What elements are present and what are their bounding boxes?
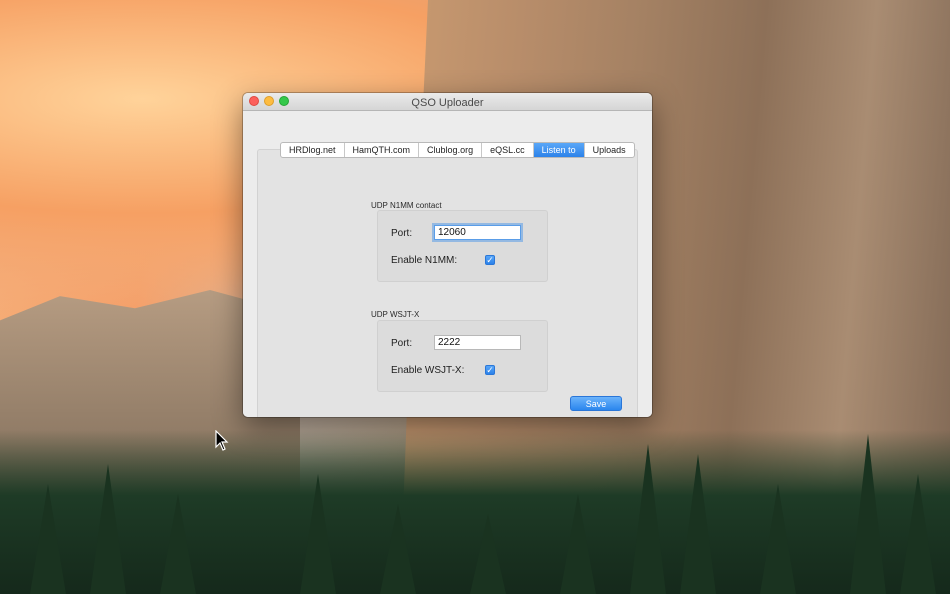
- tab-listen-to[interactable]: Listen to: [533, 143, 585, 157]
- window-title: QSO Uploader: [411, 97, 484, 109]
- close-button[interactable]: [249, 96, 259, 106]
- qso-uploader-window: QSO Uploader HRDlog.net HamQTH.com Clubl…: [243, 93, 652, 417]
- tab-uploads[interactable]: Uploads: [585, 143, 634, 157]
- tab-hrdlog[interactable]: HRDlog.net: [281, 143, 345, 157]
- desktop-wallpaper: QSO Uploader HRDlog.net HamQTH.com Clubl…: [0, 0, 950, 594]
- n1mm-enable-checkbox[interactable]: ✓: [485, 255, 495, 265]
- tab-hamqth[interactable]: HamQTH.com: [345, 143, 420, 157]
- n1mm-group: Port: Enable N1MM: ✓: [377, 210, 548, 282]
- n1mm-port-label: Port:: [391, 228, 413, 239]
- n1mm-enable-label: Enable N1MM:: [391, 255, 458, 266]
- window-content: HRDlog.net HamQTH.com Clublog.org eQSL.c…: [243, 111, 652, 417]
- minimize-button[interactable]: [264, 96, 274, 106]
- wsjtx-port-label: Port:: [391, 338, 413, 349]
- wsjtx-group: Port: Enable WSJT-X: ✓: [377, 320, 548, 392]
- n1mm-group-label: UDP N1MM contact: [371, 201, 442, 210]
- tab-bar: HRDlog.net HamQTH.com Clublog.org eQSL.c…: [280, 142, 635, 158]
- title-bar[interactable]: QSO Uploader: [243, 93, 652, 111]
- wsjtx-group-label: UDP WSJT-X: [371, 310, 420, 319]
- save-button[interactable]: Save: [570, 396, 622, 411]
- tab-clublog[interactable]: Clublog.org: [419, 143, 483, 157]
- wsjtx-enable-checkbox[interactable]: ✓: [485, 365, 495, 375]
- tab-eqsl[interactable]: eQSL.cc: [482, 143, 534, 157]
- n1mm-port-input[interactable]: [434, 225, 521, 240]
- window-controls: [249, 96, 289, 106]
- tab-panel-listen-to: UDP N1MM contact Port: Enable N1MM: ✓ UD…: [257, 149, 638, 417]
- wallpaper-trees: [0, 430, 950, 594]
- wsjtx-enable-label: Enable WSJT-X:: [391, 365, 465, 376]
- wsjtx-port-input[interactable]: [434, 335, 521, 350]
- zoom-button[interactable]: [279, 96, 289, 106]
